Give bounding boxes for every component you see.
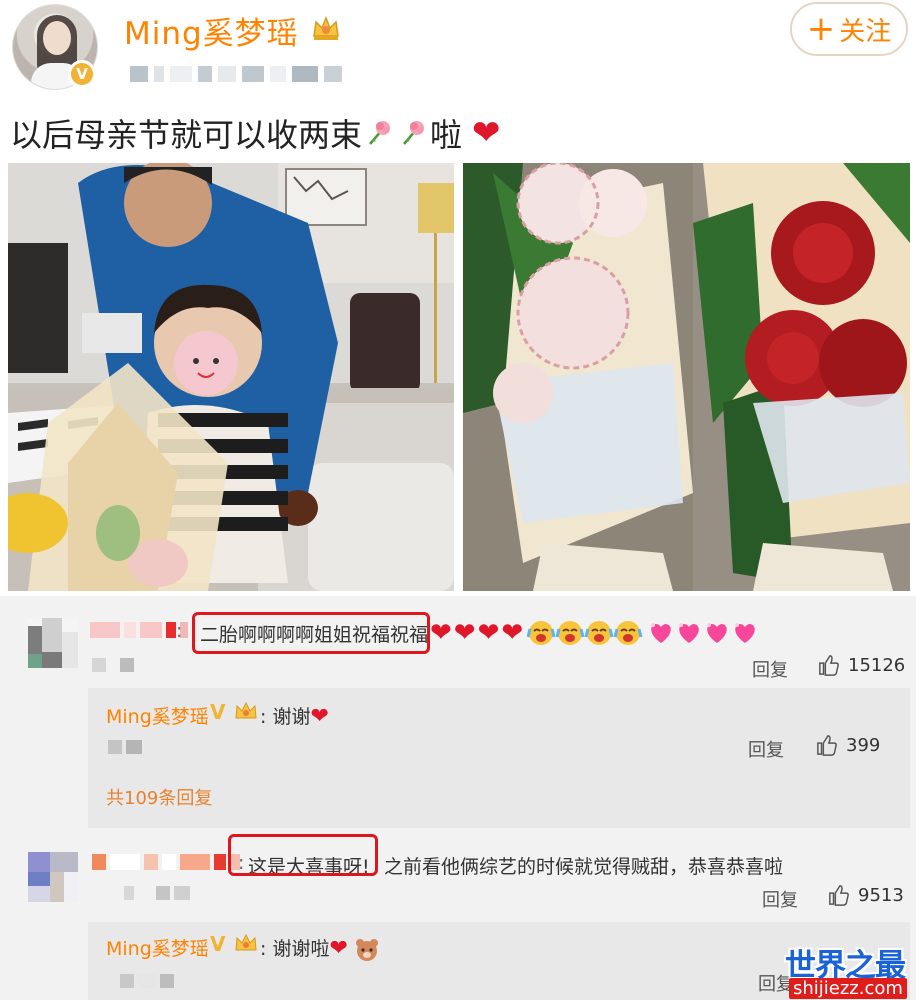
follow-label: 关注: [839, 16, 892, 47]
verified-v-icon: V: [210, 932, 226, 956]
highlight-box: [228, 834, 378, 876]
crown-icon: [235, 701, 257, 719]
post-text: 以后母亲节就可以收两束 啦 ❤: [10, 110, 501, 156]
reply-button[interactable]: 回复: [752, 656, 788, 682]
comments-section: : 二胎啊啊啊啊姐姐祝福祝福 ❤❤❤❤ 回复 15126 Ming奚梦瑶 V:…: [0, 596, 916, 1000]
like-button[interactable]: 9513: [828, 884, 904, 906]
follow-button[interactable]: + 关注: [790, 2, 908, 56]
author-name[interactable]: Ming奚梦瑶: [124, 8, 299, 53]
photo-bouquets-illustration: [463, 163, 910, 591]
heart-icon: ❤: [310, 704, 329, 729]
bear-emoji-icon: [355, 938, 378, 961]
thumb-up-icon: [817, 735, 837, 756]
commenter-avatar[interactable]: [28, 618, 78, 668]
reply-text-container: : 谢谢❤: [260, 702, 329, 729]
comment-meta-blurred: [124, 886, 190, 900]
thumb-up-icon: [829, 885, 849, 906]
heart-icon: ❤: [329, 936, 348, 961]
post-header: V Ming奚梦瑶 + 关注: [0, 0, 916, 100]
comment-emoji-row: ❤❤❤❤: [430, 618, 759, 648]
comment-text-rest: 之前看他俩综艺的时候就觉得贼甜，恭喜恭喜啦: [384, 856, 784, 878]
thumb-up-icon: [819, 655, 839, 676]
commenter-avatar[interactable]: [28, 852, 78, 902]
reply-thread: Ming奚梦瑶 V : 谢谢❤ 回复 399 共109条回复: [88, 688, 910, 828]
verified-v-icon: V: [210, 700, 226, 724]
reply-colon: :: [260, 706, 273, 728]
commenter-name-blurred[interactable]: [90, 622, 188, 638]
site-watermark: 世界之最 shijiezz.com: [785, 940, 916, 1000]
like-count: 9513: [858, 884, 904, 906]
comment-meta-blurred: [92, 658, 134, 672]
reply-text: 谢谢啦: [272, 938, 330, 960]
photo-family-illustration: [8, 163, 454, 591]
post-body: 以后母亲节就可以收两束: [10, 116, 363, 154]
reply-button[interactable]: 回复: [762, 886, 798, 912]
commenter-name-blurred[interactable]: [92, 854, 240, 870]
like-count: 15126: [848, 654, 906, 676]
post-suffix: 啦: [430, 116, 463, 154]
crown-icon: [313, 15, 339, 40]
reply-meta-blurred: [108, 740, 142, 754]
avatar-face: [43, 21, 71, 55]
reply-author[interactable]: Ming奚梦瑶: [106, 702, 209, 729]
carnation-icon: [403, 121, 425, 145]
heart-icon: ❤❤❤❤: [430, 618, 526, 648]
post-photo-bouquets[interactable]: [463, 163, 910, 591]
like-button[interactable]: 399: [816, 734, 880, 756]
like-count: 399: [846, 734, 881, 756]
watermark-url: shijiezz.com: [789, 978, 907, 999]
reply-text-container: : 谢谢啦❤: [260, 934, 380, 962]
crying-laughing-emoji-icon: [527, 621, 643, 645]
heart-icon: ❤: [472, 113, 501, 153]
more-replies-link[interactable]: 共109条回复: [106, 784, 212, 810]
highlight-box: [192, 612, 430, 654]
verified-badge-icon: V: [68, 60, 96, 88]
like-button[interactable]: 15126: [818, 654, 905, 676]
post-photo-family[interactable]: [8, 163, 454, 591]
comment-colon: :: [176, 620, 183, 642]
sparkling-heart-icon: [651, 623, 755, 643]
crown-icon: [235, 933, 257, 951]
reply-meta-blurred: [120, 974, 174, 988]
carnation-icon: [369, 121, 391, 145]
reply-author[interactable]: Ming奚梦瑶: [106, 934, 209, 961]
post-meta-blurred: [130, 66, 342, 82]
plus-icon: +: [806, 9, 836, 49]
reply-text: 谢谢: [272, 706, 311, 728]
reply-button[interactable]: 回复: [748, 736, 784, 762]
reply-colon: :: [260, 938, 273, 960]
